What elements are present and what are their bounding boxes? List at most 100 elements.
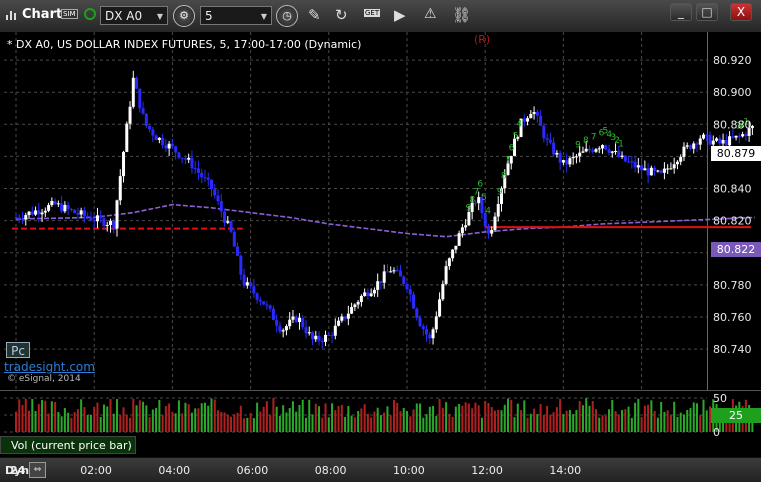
sequential-count-label: 7 xyxy=(505,155,511,165)
candle-body xyxy=(340,316,344,321)
time-tick-label: 12:00 xyxy=(471,464,503,477)
volume-bar xyxy=(158,400,161,432)
candle-body xyxy=(275,319,279,326)
volume-bar xyxy=(529,413,532,432)
candle-body xyxy=(115,200,119,229)
copyright-text: © eSignal, 2014 xyxy=(7,374,81,384)
volume-bar xyxy=(331,403,334,432)
volume-bar xyxy=(194,408,197,432)
candle-body xyxy=(366,292,370,297)
candle-body xyxy=(118,176,122,201)
refresh-icon[interactable]: ↻ xyxy=(335,6,348,24)
volume-bar xyxy=(445,402,448,432)
candle-body xyxy=(271,308,275,320)
minimize-button[interactable]: _ xyxy=(670,3,692,21)
symbol-selector[interactable]: DX A0 ▼ xyxy=(100,6,168,25)
candle-body xyxy=(542,125,546,139)
candle-body xyxy=(731,136,735,138)
candle-body xyxy=(529,113,533,119)
volume-bar xyxy=(588,405,591,432)
candle-body xyxy=(447,258,451,267)
candle-body xyxy=(539,115,543,126)
clock-button[interactable]: ◷ xyxy=(276,5,298,27)
volume-bar xyxy=(246,417,249,432)
volume-bar xyxy=(428,406,431,432)
candle-body xyxy=(425,329,429,335)
volume-bar xyxy=(41,400,44,432)
candle-body xyxy=(258,299,262,302)
candle-body xyxy=(669,168,673,170)
candle-body xyxy=(558,152,562,163)
watermark-link[interactable]: tradesight.com xyxy=(4,360,95,374)
volume-bar xyxy=(510,399,513,432)
volume-bar xyxy=(699,415,702,432)
play-icon[interactable]: ▶ xyxy=(394,6,406,24)
candle-body xyxy=(490,229,494,234)
volume-bar xyxy=(608,409,611,432)
candle-body xyxy=(24,215,28,220)
alert-icon[interactable]: ⚠ xyxy=(424,6,437,22)
volume-bar xyxy=(497,409,500,432)
volume-bar xyxy=(181,413,184,432)
scale-toggle-icon[interactable]: ⇔ xyxy=(29,462,46,478)
maximize-button[interactable]: □ xyxy=(696,3,718,21)
get-news-badge[interactable]: GET xyxy=(364,9,381,17)
candle-body xyxy=(415,308,419,318)
volume-bar xyxy=(682,414,685,432)
candle-body xyxy=(418,317,422,327)
candle-body xyxy=(428,334,432,339)
time-tick-label: 24 xyxy=(10,464,26,477)
y-tick-label: 80.920 xyxy=(713,54,752,67)
candle-body xyxy=(692,143,696,149)
close-button[interactable]: X xyxy=(730,3,752,21)
link-status-icon[interactable] xyxy=(84,8,96,20)
candle-body xyxy=(200,172,204,178)
candle-body xyxy=(154,135,158,140)
candle-body xyxy=(451,249,455,259)
candle-body xyxy=(610,151,614,153)
volume-bar xyxy=(604,415,607,432)
candle-body xyxy=(213,189,217,196)
volume-bar xyxy=(562,414,565,432)
pencil-draw-icon[interactable]: ✎ xyxy=(308,6,321,24)
interval-selector[interactable]: 5 ▼ xyxy=(200,6,272,25)
volume-bar xyxy=(614,411,617,432)
volume-bar xyxy=(31,399,34,432)
time-tick-label: 14:00 xyxy=(549,464,582,477)
candle-body xyxy=(301,317,305,328)
pc-badge[interactable]: Pc xyxy=(6,342,30,358)
time-axis-bar: Dyn ⇔ 24 02:00 04:00 06:00 08:00 10:00 12:00 14… xyxy=(0,457,761,482)
candle-body xyxy=(268,305,272,309)
candle-body xyxy=(232,231,236,247)
candle-body xyxy=(86,215,90,218)
candle-body xyxy=(131,77,135,107)
y-tick-label: 80.760 xyxy=(713,311,752,324)
candle-body xyxy=(636,165,640,168)
volume-tick-label: 50 xyxy=(713,392,727,405)
price-chart[interactable]: 9876549876549 8 7 654321321 80.92080.90080.… xyxy=(0,32,761,390)
volume-bar xyxy=(125,414,128,432)
candle-body xyxy=(640,165,644,171)
volume-bar xyxy=(47,413,50,432)
volume-bar xyxy=(419,403,422,432)
volume-bar xyxy=(210,398,213,432)
link-chain-icon[interactable]: ⛓ xyxy=(452,6,471,24)
volume-bar xyxy=(624,409,627,432)
candle-body xyxy=(496,204,500,217)
volume-bar xyxy=(471,408,474,432)
volume-bar xyxy=(366,413,369,432)
candle-body xyxy=(682,146,686,157)
volume-bar xyxy=(591,401,594,432)
settings-gear-button[interactable]: ⚙ xyxy=(173,5,195,27)
candle-body xyxy=(688,145,692,149)
candle-body xyxy=(128,106,132,124)
candle-body xyxy=(724,139,728,146)
volume-bar xyxy=(138,400,141,432)
volume-bar xyxy=(572,414,575,432)
volume-bar xyxy=(601,415,604,432)
volume-bar xyxy=(412,409,415,432)
volume-bar xyxy=(392,399,395,432)
candle-body xyxy=(620,155,624,157)
sim-badge[interactable]: SIM xyxy=(61,9,78,19)
volume-bar xyxy=(692,402,695,432)
